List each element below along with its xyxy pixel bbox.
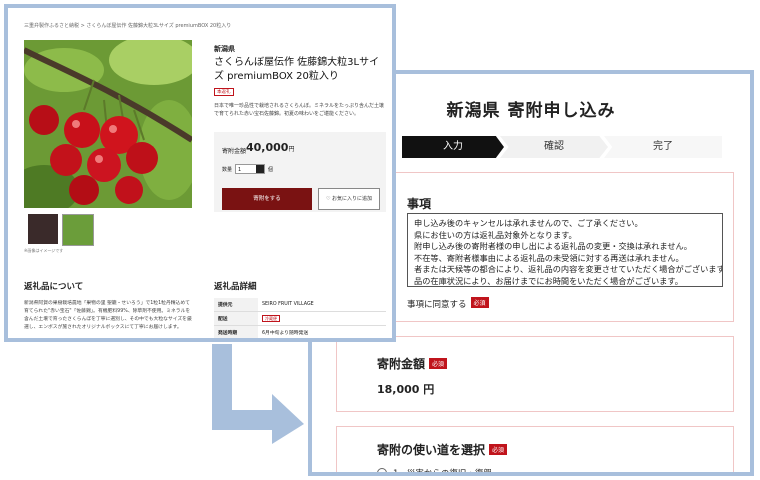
- thumbnail-box-image[interactable]: [28, 214, 58, 244]
- price-label: 寄附金額: [222, 148, 247, 155]
- shipping-tag: 冷蔵便: [262, 314, 280, 322]
- step-complete: 完了: [604, 136, 722, 158]
- quantity-label: 数量: [222, 166, 233, 173]
- price-number: 40,000: [246, 141, 289, 154]
- quantity-value: 1: [238, 167, 242, 173]
- detail-key: 配送: [214, 311, 258, 326]
- product-detail-screen: 三重弁製作ふるさと納税 > さくらんぼ屋伝作 佐藤錦大粒3Lサイズ premiu…: [4, 4, 396, 342]
- donate-button[interactable]: 寄附をする: [222, 188, 312, 210]
- note-line: 附申し込み後の寄附者様の申し出による返礼品の変更・交換は承れません。: [414, 241, 692, 252]
- breadcrumb[interactable]: 三重弁製作ふるさと納税 > さくらんぼ屋伝作 佐藤錦大粒3Lサイズ premiu…: [24, 22, 231, 29]
- amount-title-text: 寄附金額: [377, 357, 426, 371]
- detail-value: 全国: [258, 340, 386, 343]
- detail-key: 発送時期: [214, 325, 258, 338]
- quantity-unit: 個: [268, 166, 274, 173]
- details-table: 提供元 SEIRO FRUIT VILLAGE 配送 冷蔵便 発送時期 6月中旬より随…: [214, 298, 386, 343]
- prefecture-label: 新潟県: [214, 45, 235, 53]
- progress-steps: 入力 確認 完了: [402, 136, 722, 158]
- detail-value: 6月中旬より随時発送: [258, 325, 386, 338]
- note-line: 県にお住いの方は返礼品対象外となります。: [414, 229, 577, 240]
- photo-caption: ※画像はイメージです: [24, 248, 64, 253]
- detail-value: SEIRO FRUIT VILLAGE: [258, 298, 386, 312]
- quantity-select[interactable]: 1: [235, 164, 266, 174]
- note-line: 者または天候等の都合により、返礼品の内容を変更させていただく場合がございます。: [414, 264, 723, 275]
- required-badge: 必須: [489, 444, 508, 455]
- detail-key: 配送地域: [214, 340, 258, 343]
- radio-button[interactable]: [377, 468, 387, 472]
- amount-value: 18,000 円: [377, 383, 435, 396]
- required-badge: 必須: [470, 297, 489, 308]
- product-description: 日本で唯一珍品性で栽培されるさくらんぼ。ミネラルをたっぷり含んだ土壌で育てられた…: [214, 103, 385, 117]
- favorite-button[interactable]: ♡ お気に入りに追加: [318, 188, 380, 210]
- usage-option-label: 1 災害からの復旧・復興: [393, 469, 492, 476]
- product-photo: [24, 40, 192, 208]
- product-tag: 本返礼: [214, 88, 234, 96]
- flow-arrow-icon: [212, 344, 304, 444]
- details-title: 返礼品詳細: [214, 282, 257, 292]
- cherries-image: [24, 40, 192, 208]
- amount-card: 寄附金額 必須 18,000 円: [336, 336, 734, 412]
- note-line: 品の在庫状況により、お届けまでにお時間をいただく場合がございます。: [414, 275, 683, 286]
- notes-title: 事項: [407, 197, 432, 211]
- note-line: 申し込み後のキャンセルは承れませんので、ご了承ください。: [414, 218, 643, 228]
- required-badge: 必須: [429, 358, 448, 369]
- usage-card: 寄附の使い道を選択 必須 1 災害からの復旧・復興: [336, 426, 734, 476]
- usage-title: 寄附の使い道を選択 必須: [377, 441, 508, 458]
- about-title: 返礼品について: [24, 282, 84, 292]
- quantity-row: 数量 1 個: [222, 164, 273, 174]
- agree-label: 事項に同意する: [407, 300, 467, 310]
- step-confirm: 確認: [500, 136, 608, 158]
- notes-box[interactable]: 申し込み後のキャンセルは承れませんので、ご了承ください。 県にお住いの方は返礼品…: [407, 213, 723, 287]
- table-row: 発送時期 6月中旬より随時発送: [214, 325, 386, 338]
- price-unit: 円: [288, 146, 295, 153]
- thumbnail-list: [28, 214, 94, 246]
- note-line: 不在等、寄附者様事由による返礼品の未受領に対する再送は承れません。: [414, 252, 684, 263]
- favorite-label: お気に入りに追加: [332, 196, 373, 202]
- table-row: 配送地域全国: [214, 340, 386, 343]
- price-box: 寄附金額 40,000円 数量 1 個 寄附をする ♡ お気に入りに追加: [214, 132, 386, 212]
- usage-option[interactable]: 1 災害からの復旧・復興: [377, 467, 492, 476]
- usage-title-text: 寄附の使い道を選択: [377, 443, 486, 457]
- about-text: 新潟県阿賀の果樹栽培農地「果物の里 聖籠・せいろう」で1粒1粒丹精込めて育てられ…: [24, 301, 192, 330]
- product-title: さくらんぼ屋伝作 佐藤錦大粒3Lサイズ premiumBOX 20粒入り: [214, 57, 380, 82]
- thumbnail-cherries-image[interactable]: [62, 214, 94, 246]
- table-row: 提供元 SEIRO FRUIT VILLAGE: [214, 298, 386, 312]
- table-row: 配送 冷蔵便: [214, 311, 386, 326]
- agree-checkbox[interactable]: 事項に同意する 必須: [407, 297, 489, 310]
- detail-key: 提供元: [214, 298, 258, 312]
- detail-value: 冷蔵便: [258, 311, 386, 326]
- chevron-down-icon: [256, 165, 265, 173]
- amount-title: 寄附金額 必須: [377, 355, 448, 372]
- heart-icon: ♡: [325, 196, 331, 202]
- step-input: 入力: [402, 136, 504, 158]
- price-value: 40,000円: [246, 141, 294, 154]
